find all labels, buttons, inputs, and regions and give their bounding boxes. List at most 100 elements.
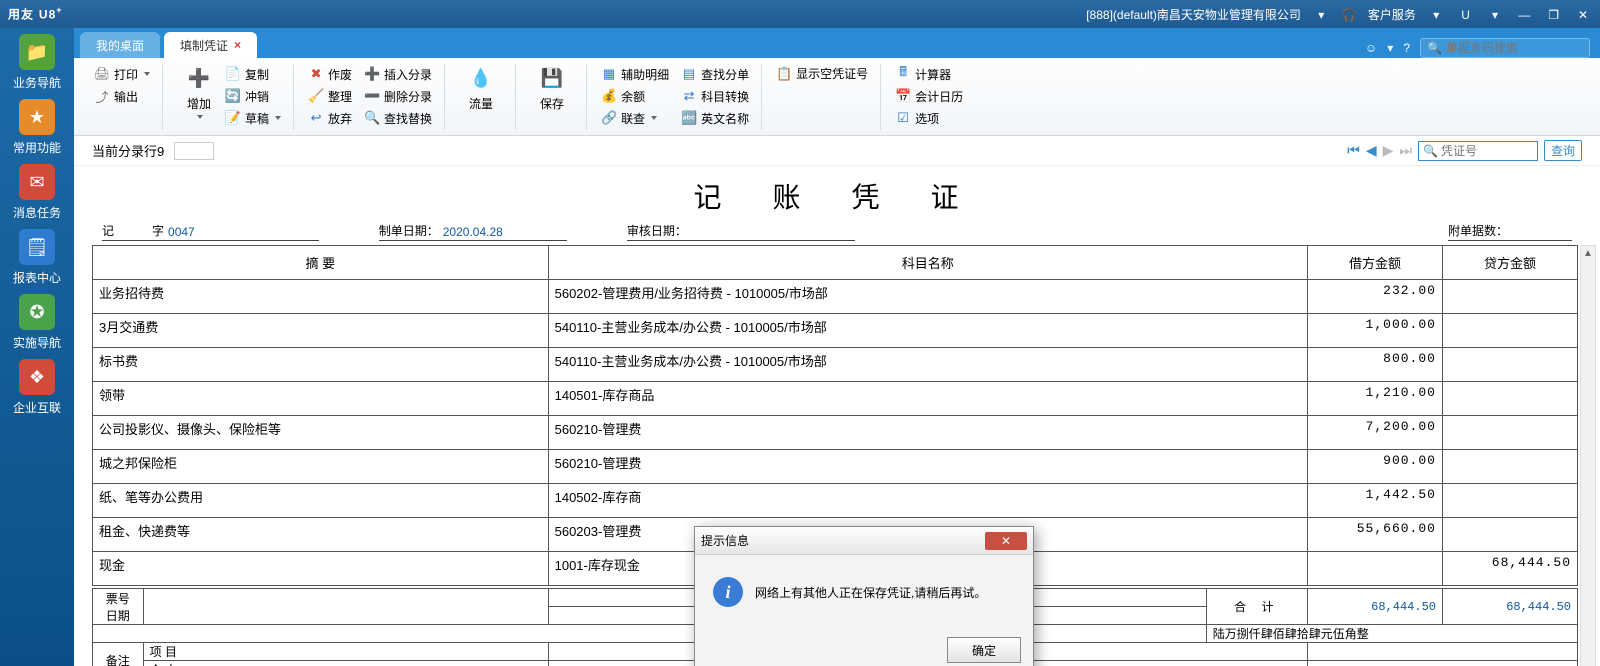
list-icon: 📋 xyxy=(776,66,792,82)
voucher-no-search[interactable]: 🔍 xyxy=(1418,141,1538,161)
sidebar-item-1[interactable]: ★ 常用功能 xyxy=(8,99,66,156)
sidebar-item-label: 业务导航 xyxy=(8,74,66,91)
left-sidebar: 📁 业务导航 ★ 常用功能 ✉ 消息任务 🗒 报表中心 ✪ 实施导航 ❖ 企业互联 xyxy=(0,28,74,666)
void-button[interactable]: ✖作废 xyxy=(306,64,354,84)
export-button[interactable]: ⤴输出 xyxy=(92,86,152,106)
account-label: [888](default)南昌天安物业管理有限公司 xyxy=(1086,8,1301,22)
sidebar-item-4[interactable]: ✪ 实施导航 xyxy=(8,294,66,351)
sidebar-icon: ✪ xyxy=(19,294,55,330)
printer-icon: 🖨 xyxy=(94,66,110,82)
info-dialog: 提示信息 ✕ i 网络上有其他人正在保存凭证,请稍后再试。 确定 xyxy=(694,526,1034,666)
dialog-message: 网络上有其他人正在保存凭证,请稍后再试。 xyxy=(755,584,986,601)
plus-icon: ➕ xyxy=(185,64,213,92)
tidy-icon: 🧹 xyxy=(308,88,324,104)
abandon-icon: ↩ xyxy=(308,110,324,126)
current-entry-label: 当前分录行9 xyxy=(92,141,164,160)
barcode-search-input[interactable] xyxy=(1446,41,1566,55)
show-empty-voucher-button[interactable]: 📋显示空凭证号 xyxy=(774,64,870,83)
nav-last-icon[interactable]: ⏭ xyxy=(1399,142,1412,159)
smile-icon[interactable]: ☺ xyxy=(1365,41,1377,55)
sidebar-item-0[interactable]: 📁 业务导航 xyxy=(8,34,66,91)
tab-desktop[interactable]: 我的桌面 xyxy=(80,32,160,58)
flow-icon: 💧 xyxy=(467,64,495,92)
sidebar-icon: ✉ xyxy=(19,164,55,200)
tidy-button[interactable]: 🧹整理 xyxy=(306,86,354,106)
options-button[interactable]: ☑选项 xyxy=(893,108,965,128)
find-split-button[interactable]: ▤查找分单 xyxy=(679,64,751,84)
flow-button[interactable]: 💧流量 xyxy=(457,64,505,112)
nav-next-icon[interactable]: ▶ xyxy=(1383,142,1394,159)
sidebar-item-label: 企业互联 xyxy=(8,399,66,416)
sidebar-icon: 🗒 xyxy=(19,229,55,265)
smile-dropdown-icon[interactable]: ▾ xyxy=(1387,41,1393,55)
help-icon[interactable]: ? xyxy=(1403,41,1410,55)
delete-entry-button[interactable]: ➖删除分录 xyxy=(362,86,434,106)
calculator-icon: 🖩 xyxy=(895,66,911,82)
delete-row-icon: ➖ xyxy=(364,88,380,104)
table-icon: ▤ xyxy=(681,66,697,82)
entry-input[interactable] xyxy=(174,142,214,160)
link-icon: 🔗 xyxy=(601,110,617,126)
sidebar-item-label: 实施导航 xyxy=(8,334,66,351)
sidebar-item-label: 常用功能 xyxy=(8,139,66,156)
query-button[interactable]: 查询 xyxy=(1544,140,1582,161)
dialog-ok-button[interactable]: 确定 xyxy=(947,637,1021,663)
save-button[interactable]: 💾保存 xyxy=(528,64,576,112)
tab-close-icon[interactable]: × xyxy=(234,38,241,52)
print-button[interactable]: 🖨打印 xyxy=(92,64,152,84)
window-minimize-icon[interactable]: — xyxy=(1515,8,1533,22)
tab-voucher-entry[interactable]: 填制凭证 × xyxy=(164,32,257,58)
sidebar-item-2[interactable]: ✉ 消息任务 xyxy=(8,164,66,221)
aux-detail-button[interactable]: ▦辅助明细 xyxy=(599,64,671,84)
voucher-no-input[interactable] xyxy=(1441,144,1521,158)
related-query-button[interactable]: 🔗联查 xyxy=(599,108,671,128)
dialog-title: 提示信息 xyxy=(701,532,985,549)
grid-icon: ▦ xyxy=(601,66,617,82)
insert-entry-button[interactable]: ➕插入分录 xyxy=(362,64,434,84)
draft-button[interactable]: 📝草稿 xyxy=(223,108,283,128)
subject-convert-button[interactable]: ⇄科目转换 xyxy=(679,86,751,106)
find-icon: 🔍 xyxy=(364,110,380,126)
magnifier-icon: 🔍 xyxy=(1423,144,1438,158)
service-dropdown-icon[interactable]: ▾ xyxy=(1427,8,1445,22)
abandon-button[interactable]: ↩放弃 xyxy=(306,108,354,128)
title-bar: 用友 U8+ [888](default)南昌天安物业管理有限公司 ▾ 🎧 客户… xyxy=(0,0,1600,28)
info-icon: i xyxy=(713,577,743,607)
window-restore-icon[interactable]: ❐ xyxy=(1545,8,1563,22)
sidebar-item-label: 报表中心 xyxy=(8,269,66,286)
headset-icon: 🎧 xyxy=(1342,8,1357,22)
calculator-button[interactable]: 🖩计算器 xyxy=(893,64,965,84)
window-close-icon[interactable]: ✕ xyxy=(1574,8,1592,22)
calendar-button[interactable]: 📅会计日历 xyxy=(893,86,965,106)
sidebar-icon: ❖ xyxy=(19,359,55,395)
ribbon-toolbar: 🖨打印 ⤴输出 ➕增加 📄复制 🔄冲销 📝草稿 ✖作废 🧹整理 ↩放弃 xyxy=(74,58,1600,136)
barcode-search[interactable]: 🔍 xyxy=(1420,38,1590,58)
modal-overlay: 提示信息 ✕ i 网络上有其他人正在保存凭证,请稍后再试。 确定 xyxy=(74,166,1600,666)
dialog-close-icon[interactable]: ✕ xyxy=(985,532,1027,550)
copy-button[interactable]: 📄复制 xyxy=(223,64,283,84)
draft-icon: 📝 xyxy=(225,110,241,126)
english-name-button[interactable]: 🔤英文名称 xyxy=(679,108,751,128)
english-icon: 🔤 xyxy=(681,110,697,126)
search-icon: 🔍 xyxy=(1427,41,1442,55)
insert-row-icon: ➕ xyxy=(364,66,380,82)
find-replace-button[interactable]: 🔍查找替换 xyxy=(362,108,434,128)
void-icon: ✖ xyxy=(308,66,324,82)
app-logo: 用友 U8+ xyxy=(8,5,63,23)
sidebar-item-5[interactable]: ❖ 企业互联 xyxy=(8,359,66,416)
offset-button[interactable]: 🔄冲销 xyxy=(223,86,283,106)
customer-service-link[interactable]: 客户服务 xyxy=(1368,8,1416,22)
nav-prev-icon[interactable]: ◀ xyxy=(1366,142,1377,159)
account-dropdown-icon[interactable]: ▾ xyxy=(1312,8,1330,22)
nav-first-icon[interactable]: ⏮ xyxy=(1347,142,1360,159)
balance-button[interactable]: 💰余额 xyxy=(599,86,671,106)
u-dropdown-icon[interactable]: ▾ xyxy=(1486,8,1504,22)
add-button[interactable]: ➕增加 xyxy=(175,64,223,119)
sidebar-icon: ★ xyxy=(19,99,55,135)
u-menu[interactable]: U xyxy=(1457,8,1475,22)
sidebar-item-label: 消息任务 xyxy=(8,204,66,221)
options-icon: ☑ xyxy=(895,110,911,126)
sidebar-item-3[interactable]: 🗒 报表中心 xyxy=(8,229,66,286)
sidebar-icon: 📁 xyxy=(19,34,55,70)
document-header-bar: 当前分录行9 ⏮ ◀ ▶ ⏭ 🔍 查询 xyxy=(74,136,1600,166)
